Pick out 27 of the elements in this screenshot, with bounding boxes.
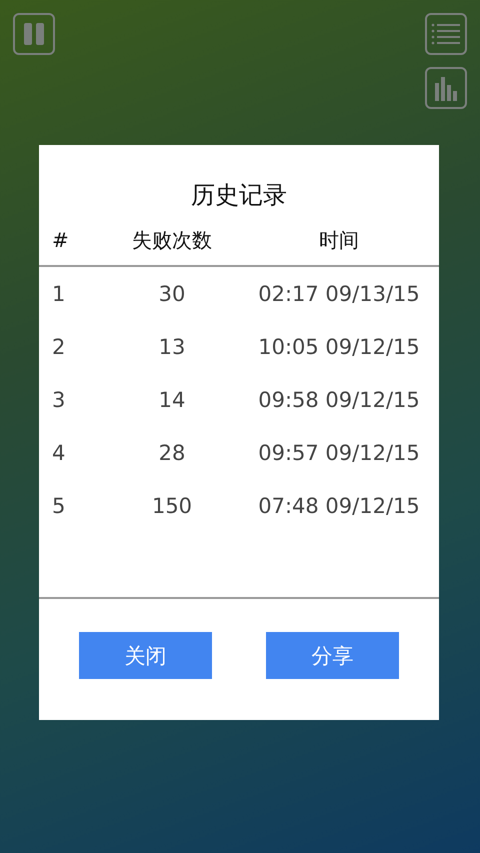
bar-chart-icon: [434, 75, 458, 101]
table-cell-text: 10:05 09/12/15: [257, 334, 421, 358]
table-cell-text: 14: [158, 388, 186, 412]
pause-icon: [21, 22, 47, 46]
column-header: #: [51, 228, 70, 252]
pause-button[interactable]: [13, 13, 55, 55]
close-button[interactable]: 关闭: [79, 632, 212, 679]
list-icon: [431, 22, 461, 46]
column-header: 失败次数: [131, 226, 213, 254]
table-cell-text: 5: [51, 494, 66, 518]
share-button[interactable]: 分享: [266, 632, 399, 679]
table-cell-text: 1: [51, 282, 66, 306]
table-cell-text: 3: [51, 388, 66, 412]
dialog-title: 历史记录: [190, 180, 288, 211]
table-cell-text: 02:17 09/13/15: [257, 282, 421, 306]
column-header: 时间: [318, 226, 360, 254]
table-cell-text: 30: [158, 282, 186, 306]
table-cell-text: 09:57 09/12/15: [257, 440, 421, 464]
table-cell-text: 28: [158, 440, 186, 464]
table-cell-text: 13: [158, 334, 186, 358]
table-cell-text: 150: [150, 494, 194, 518]
list-button[interactable]: [425, 13, 467, 55]
table-cell-text: 4: [51, 440, 66, 464]
table-cell-text: 07:48 09/12/15: [257, 494, 421, 518]
table-cell-text: 09:58 09/12/15: [257, 388, 421, 412]
table-cell-text: 2: [51, 334, 66, 358]
stats-button[interactable]: [425, 67, 467, 109]
